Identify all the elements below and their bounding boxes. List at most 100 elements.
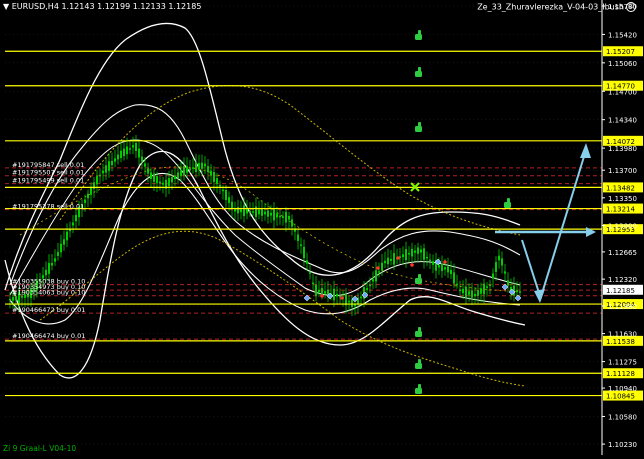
trade-order-label: #190466472 buy 0.01 <box>12 306 85 314</box>
smiley-icon: ☺ <box>626 2 636 12</box>
price-level-label: 1.11538 <box>606 338 635 346</box>
trade-order-label: #191795378 sell 0.01 <box>12 203 84 211</box>
candle-body <box>387 257 389 265</box>
candle-body <box>405 249 407 261</box>
chart-window[interactable]: 1.15207 1.14770 1.14072 1.13482 1.13214 1.129… <box>0 0 644 455</box>
signal-dot-icon <box>320 294 324 298</box>
price-level-label: 1.15207 <box>606 48 635 56</box>
trade-order-label: #191795847 sell 0.01 <box>12 161 84 169</box>
candle-body <box>168 178 170 186</box>
candle-body <box>375 270 377 282</box>
candle-body <box>132 145 134 148</box>
candle-body <box>225 189 227 201</box>
candle-body <box>384 260 386 264</box>
candle-body <box>276 213 278 218</box>
candle-body <box>282 216 284 218</box>
candle-body <box>516 290 518 293</box>
candle-body <box>153 173 155 182</box>
candle-body <box>456 283 458 286</box>
thumbs-up-icon <box>415 327 422 337</box>
candle-body <box>222 189 224 192</box>
candle-body <box>147 168 149 174</box>
candle-body <box>438 265 440 268</box>
candle-body <box>378 271 380 273</box>
axis-tick-label: 1.12320 <box>608 276 637 284</box>
candle-body <box>141 156 143 162</box>
candle-body <box>267 210 269 217</box>
candle-body <box>348 300 350 303</box>
candle-body <box>249 211 251 213</box>
candle-body <box>189 168 191 171</box>
thumbs-up-icon <box>415 30 422 40</box>
candle-body <box>9 298 11 301</box>
thumbs-up-icon <box>415 274 422 284</box>
candle-body <box>138 148 140 158</box>
candle-body <box>57 251 59 257</box>
candle-body <box>273 209 275 221</box>
candle-body <box>60 243 62 253</box>
signal-dot-icon <box>410 263 414 267</box>
candle-body <box>135 142 137 152</box>
candle-body <box>72 222 74 226</box>
candle-body <box>12 297 14 301</box>
candle-body <box>318 289 320 293</box>
candle-body <box>54 258 56 262</box>
candle-body <box>390 258 392 261</box>
thumbs-up-icon <box>415 67 422 77</box>
candle-body <box>393 253 395 265</box>
axis-tick-label: 1.12665 <box>608 249 637 257</box>
candle-body <box>450 269 452 275</box>
signal-dot-icon <box>340 296 344 300</box>
candle-body <box>180 170 182 176</box>
candle-body <box>51 262 53 266</box>
thumbs-up-icon <box>415 122 422 132</box>
candle-body <box>477 290 479 296</box>
candle-body <box>426 256 428 259</box>
current-price-label: 1.12185 <box>606 287 635 295</box>
candle-body <box>402 254 404 258</box>
thumbs-up-icon <box>504 198 511 208</box>
candle-body <box>423 248 425 260</box>
candle-body <box>492 273 494 279</box>
axis-tick-label: 1.11275 <box>608 359 637 367</box>
candle-body <box>444 267 446 270</box>
candle-body <box>219 184 221 187</box>
candle-body <box>114 158 116 162</box>
candle-body <box>207 166 209 172</box>
candle-body <box>360 296 362 299</box>
symbol-header: ▼ EURUSD,H4 1.12143 1.12199 1.12133 1.12… <box>3 2 201 11</box>
price-level-label: 1.13482 <box>606 184 635 192</box>
candle-body <box>105 165 107 173</box>
price-chart[interactable]: 1.152071.147701.140721.134821.132141.129… <box>0 0 644 455</box>
candle-body <box>150 172 152 179</box>
candle-body <box>99 174 101 177</box>
candle-body <box>108 161 110 171</box>
envelope-inner-upper <box>9 104 521 286</box>
candle-body <box>486 286 488 288</box>
candle-body <box>300 244 302 246</box>
candle-body <box>177 172 179 179</box>
thumbs-up-icon <box>415 384 422 394</box>
indicator-header: Ze_33_Zhuravlerezka_V-04-03_Ibush ☺ <box>477 2 636 12</box>
candle-body <box>228 197 230 203</box>
candle-body <box>120 150 122 158</box>
candle-body <box>336 293 338 297</box>
candle-body <box>201 162 203 169</box>
candle-body <box>174 175 176 180</box>
candle-body <box>324 291 326 294</box>
candle-body <box>204 163 206 167</box>
candle-body <box>297 234 299 241</box>
candle-body <box>459 289 461 292</box>
candle-body <box>507 280 509 286</box>
candle-body <box>102 170 104 174</box>
candle-body <box>216 178 218 184</box>
dropdown-triangle-icon[interactable]: ▼ <box>3 2 9 11</box>
candle-body <box>252 211 254 213</box>
envelope-outer-upper <box>4 22 521 291</box>
candle-body <box>144 163 146 167</box>
axis-tick-label: 1.14340 <box>608 117 637 125</box>
candle-body <box>171 176 173 183</box>
candle-body <box>468 291 470 295</box>
indicator-footer: Zi 9 Graal-L V04-10 <box>3 444 77 453</box>
candle-body <box>288 215 290 220</box>
